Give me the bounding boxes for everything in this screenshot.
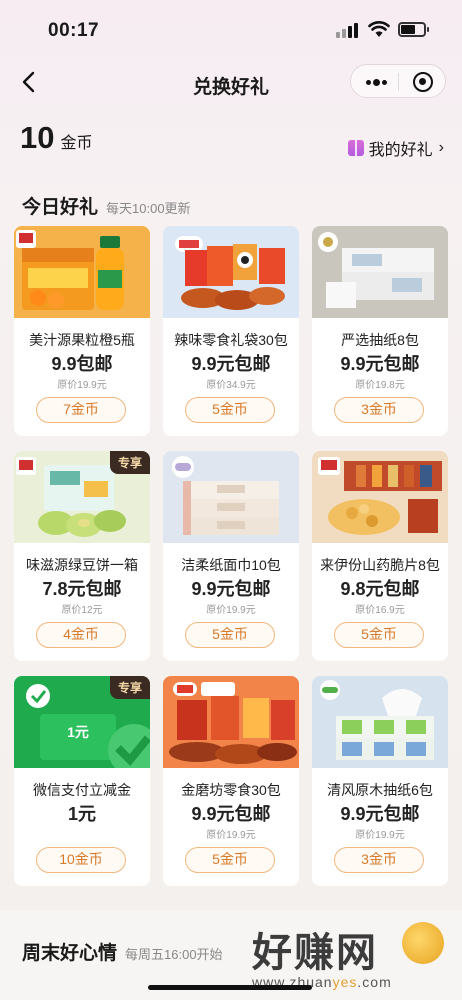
redeem-button[interactable]: 5金币 (334, 622, 424, 648)
status-time: 00:17 (48, 20, 100, 41)
product-card[interactable]: 来伊份山药脆片8包 9.8元包邮原价16.9元 5金币 (312, 451, 448, 661)
close-miniprogram-icon[interactable] (413, 72, 433, 92)
home-indicator (148, 985, 312, 990)
coin-decoration-icon (402, 922, 444, 964)
original-price: 原价19.8元 (355, 380, 405, 391)
product-card[interactable]: 1元 专享微信支付立减金 1元 10金币 (14, 676, 150, 886)
product-name: 清风原木抽纸6包 (327, 782, 433, 798)
coin-count: 10 (20, 120, 55, 155)
product-name: 微信支付立减金 (33, 782, 131, 798)
product-image[interactable] (312, 451, 448, 543)
product-name: 味滋源绿豆饼一箱 (26, 557, 138, 573)
weekend-section-header: 周末好心情 每周五16:00开始 (22, 938, 223, 965)
product-price: 9.8元包邮 (340, 579, 420, 599)
product-name: 金磨坊零食30包 (181, 782, 281, 798)
product-price: 9.9元包邮 (340, 804, 420, 824)
wifi-icon (368, 21, 390, 37)
wechat-card-amount: 1元 (67, 724, 89, 740)
capsule-divider (398, 73, 399, 91)
weekend-section-title: 周末好心情 (22, 943, 118, 964)
product-card[interactable]: 辣味零食礼袋30包 9.9元包邮原价34.9元 5金币 (163, 226, 299, 436)
product-card[interactable]: 美汁源果粒橙5瓶 9.9包邮原价19.9元 7金币 (14, 226, 150, 436)
redeem-button[interactable]: 4金币 (36, 622, 126, 648)
product-name: 美汁源果粒橙5瓶 (29, 332, 135, 348)
original-price: 原价19.9元 (355, 830, 405, 841)
battery-icon (398, 22, 429, 37)
original-price: 原价12元 (61, 605, 103, 616)
redeem-button[interactable]: 3金币 (334, 847, 424, 873)
product-price: 9.9元包邮 (191, 804, 271, 824)
miniprogram-capsule (350, 64, 446, 98)
signal-icon (336, 22, 362, 38)
product-card[interactable]: 洁柔纸面巾10包 9.9元包邮原价19.9元 5金币 (163, 451, 299, 661)
redeem-button[interactable]: 10金币 (36, 847, 126, 873)
more-icon[interactable] (361, 73, 391, 91)
product-name: 来伊份山药脆片8包 (320, 557, 440, 573)
chevron-right-icon: › (438, 139, 444, 156)
today-section-title: 今日好礼 (22, 197, 99, 218)
product-image[interactable] (312, 676, 448, 768)
product-price: 1元 (67, 804, 96, 824)
original-price: 原价34.9元 (206, 380, 256, 391)
coin-unit: 金币 (60, 135, 93, 152)
redeem-button[interactable]: 5金币 (185, 847, 275, 873)
weekend-section-subtitle: 每周五16:00开始 (125, 947, 223, 962)
product-name: 洁柔纸面巾10包 (181, 557, 281, 573)
product-price: 9.9元包邮 (191, 354, 271, 374)
product-price: 9.9包邮 (51, 354, 113, 374)
my-gifts-label: 我的好礼 (368, 142, 433, 159)
gift-icon (347, 140, 364, 156)
original-price: 原价19.9元 (206, 830, 256, 841)
product-price: 9.9元包邮 (191, 579, 271, 599)
redeem-button[interactable]: 3金币 (334, 397, 424, 423)
today-section-header: 今日好礼 每天10:00更新 (22, 192, 191, 219)
product-image[interactable] (14, 226, 150, 318)
exclusive-badge: 专享 (109, 676, 150, 699)
product-image[interactable] (163, 451, 299, 543)
today-section-subtitle: 每天10:00更新 (106, 201, 191, 216)
coin-balance: 10 金币 (20, 120, 93, 168)
product-image[interactable] (163, 676, 299, 768)
original-price: 原价16.9元 (355, 605, 405, 616)
redeem-button[interactable]: 7金币 (36, 397, 126, 423)
original-price: 原价19.9元 (206, 605, 256, 616)
product-name: 辣味零食礼袋30包 (174, 332, 288, 348)
original-price: 原价19.9元 (57, 380, 107, 391)
product-card[interactable]: 严选抽纸8包 9.9元包邮原价19.8元 3金币 (312, 226, 448, 436)
redeem-button[interactable]: 5金币 (185, 397, 275, 423)
my-gifts-link[interactable]: 我的好礼 › (347, 136, 444, 160)
product-card[interactable]: 清风原木抽纸6包 9.9元包邮原价19.9元 3金币 (312, 676, 448, 886)
product-name: 严选抽纸8包 (341, 332, 419, 348)
status-bar: 00:17 (0, 0, 462, 60)
exclusive-badge: 专享 (109, 451, 150, 474)
nav-bar: 兑换好礼 (0, 60, 462, 106)
product-price: 9.9元包邮 (340, 354, 420, 374)
product-price: 7.8元包邮 (42, 579, 122, 599)
product-card[interactable]: 金磨坊零食30包 9.9元包邮原价19.9元 5金币 (163, 676, 299, 886)
product-image[interactable] (163, 226, 299, 318)
product-image[interactable] (312, 226, 448, 318)
product-card[interactable]: 专享味滋源绿豆饼一箱 7.8元包邮原价12元 4金币 (14, 451, 150, 661)
redeem-button[interactable]: 5金币 (185, 622, 275, 648)
